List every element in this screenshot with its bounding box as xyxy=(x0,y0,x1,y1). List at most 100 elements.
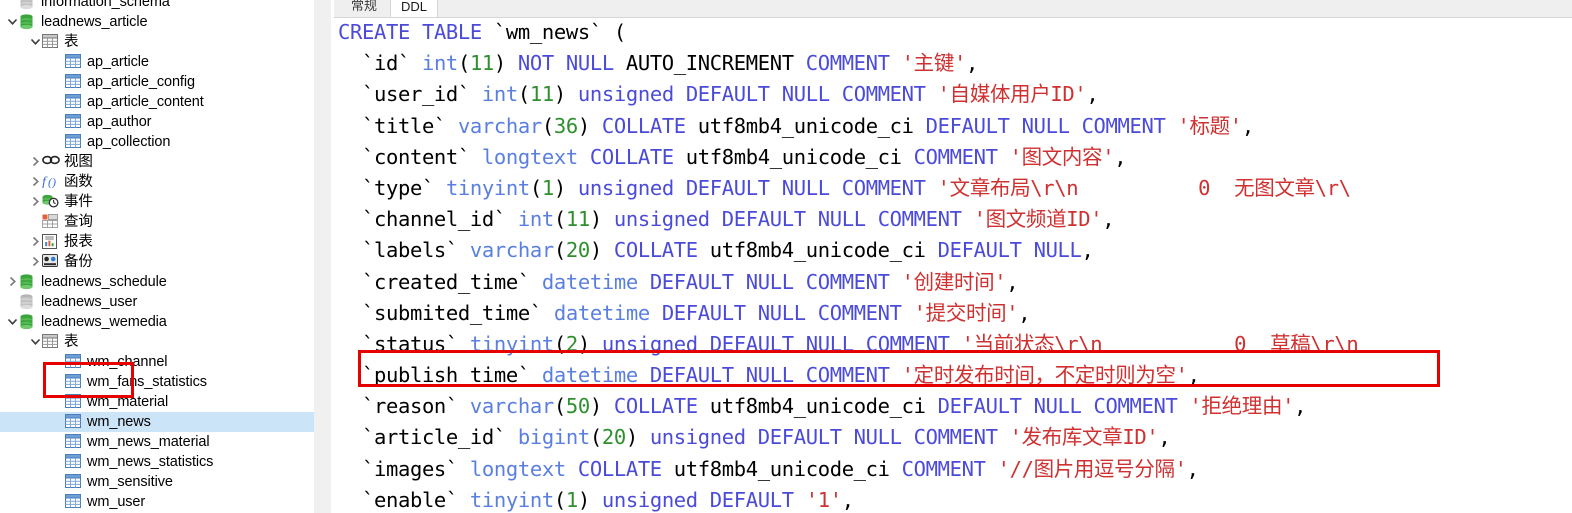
code-token: , xyxy=(1114,144,1127,169)
tree-item-label: ap_article xyxy=(87,54,149,70)
chevron-down-icon[interactable] xyxy=(6,312,19,332)
code-token: tinyint xyxy=(445,175,530,200)
code-token: `article_id` xyxy=(361,425,506,450)
code-token: '提交时间' xyxy=(913,300,1019,325)
tree-item[interactable]: ap_article_config xyxy=(0,72,314,92)
tree-scrollbar-track[interactable] xyxy=(314,0,644,513)
chevron-right-icon[interactable] xyxy=(29,152,42,172)
tree-item[interactable]: wm_fans_statistics xyxy=(0,372,314,392)
tree-item[interactable]: wm_news_statistics xyxy=(0,452,314,472)
chevron-right-icon[interactable] xyxy=(29,232,42,252)
code-token: longtext xyxy=(481,144,578,169)
tree-item-label: 备份 xyxy=(64,254,93,270)
code-token: ( xyxy=(541,113,554,138)
code-token: DEFAULT xyxy=(709,487,794,512)
report-icon xyxy=(42,232,60,252)
tree-item-label: wm_channel xyxy=(87,354,168,370)
tree-item[interactable]: wm_user xyxy=(0,492,314,512)
tree-item[interactable]: f() 函数 xyxy=(0,172,314,192)
tree-item[interactable]: information_schema xyxy=(0,0,314,12)
code-token: `enable` xyxy=(361,487,458,512)
tree-item[interactable]: leadnews_schedule xyxy=(0,272,314,292)
tree-item[interactable]: wm_sensitive xyxy=(0,472,314,492)
chevron-down-icon[interactable] xyxy=(29,32,42,52)
tree-item[interactable]: ap_collection xyxy=(0,132,314,152)
tree-item[interactable]: wm_channel xyxy=(0,352,314,372)
code-token: , xyxy=(1018,300,1031,325)
code-line: `created_time` datetime DEFAULT NULL COM… xyxy=(334,267,1572,298)
code-token: longtext xyxy=(469,456,566,481)
code-token: COLLATE xyxy=(613,394,698,419)
tree-item[interactable]: 备份 xyxy=(0,252,314,272)
tab-general[interactable]: 常规 xyxy=(340,0,388,17)
chevron-right-icon[interactable] xyxy=(29,252,42,272)
code-token: DEFAULT NULL xyxy=(937,394,1082,419)
code-token: unsigned xyxy=(601,331,698,356)
code-line: `user_id` int(11) unsigned DEFAULT NULL … xyxy=(334,79,1572,110)
tree-item[interactable]: 表 xyxy=(0,332,314,352)
code-token: AUTO_INCREMENT xyxy=(613,51,806,76)
tree-item[interactable]: ap_author xyxy=(0,112,314,132)
code-token: ) xyxy=(577,487,602,512)
ddl-code-viewer[interactable]: CREATE TABLE `wm_news` ( `id` int(11) NO… xyxy=(334,17,1572,513)
code-token: NOT NULL xyxy=(517,51,614,76)
table-icon xyxy=(65,92,83,112)
tree-item[interactable]: ap_article_content xyxy=(0,92,314,112)
code-token: varchar xyxy=(469,394,554,419)
code-token: '自媒体用户ID' xyxy=(937,82,1087,107)
chevron-right-icon[interactable] xyxy=(6,272,19,292)
tree-item[interactable]: ap_article xyxy=(0,52,314,72)
chevron-down-icon[interactable] xyxy=(6,12,19,32)
view-icon xyxy=(42,152,60,172)
tree-item-selected[interactable]: wm_news xyxy=(0,412,314,432)
code-token: utf8mb4_unicode_ci xyxy=(673,144,914,169)
tree-item-label: information_schema xyxy=(41,0,170,10)
tree-item[interactable]: 表 xyxy=(0,32,314,52)
chevron-right-icon[interactable] xyxy=(29,192,42,212)
tree-item[interactable]: wm_news_material xyxy=(0,432,314,452)
tree-item[interactable]: wm_material xyxy=(0,392,314,412)
code-line: CREATE TABLE `wm_news` ( xyxy=(334,17,1572,48)
code-token: , xyxy=(1086,82,1099,107)
tree-item[interactable]: 视图 xyxy=(0,152,314,172)
code-token: tinyint xyxy=(469,487,554,512)
code-line: `reason` varchar(50) COLLATE utf8mb4_uni… xyxy=(334,391,1572,422)
tab-ddl[interactable]: DDL xyxy=(390,0,438,17)
code-token: `submited_time` xyxy=(361,300,542,325)
table-icon xyxy=(65,372,83,392)
tree-item[interactable]: 报表 xyxy=(0,232,314,252)
tree-item[interactable]: leadnews_user xyxy=(0,292,314,312)
tree-item[interactable]: leadnews_article xyxy=(0,12,314,32)
code-token: '图文频道ID' xyxy=(973,207,1103,232)
tree-item-label: wm_news_statistics xyxy=(87,454,214,470)
chevron-right-icon[interactable] xyxy=(29,172,42,192)
code-token: `id` xyxy=(361,51,410,76)
code-token: COMMENT xyxy=(913,425,998,450)
code-token: ) xyxy=(589,238,614,263)
chevron-down-icon[interactable] xyxy=(29,332,42,352)
code-token: , xyxy=(1241,113,1254,138)
tree-item-label: wm_news xyxy=(87,414,151,430)
tree-item[interactable]: 事件 xyxy=(0,192,314,212)
code-token: '文章布局\r\n 0 无图文章\r\ xyxy=(937,175,1351,200)
database-object-tree[interactable]: information_schema leadnews_article 表 ap_ar… xyxy=(0,0,314,513)
tree-item[interactable]: leadnews_wemedia xyxy=(0,312,314,332)
tree-item[interactable]: 查询 xyxy=(0,212,314,232)
